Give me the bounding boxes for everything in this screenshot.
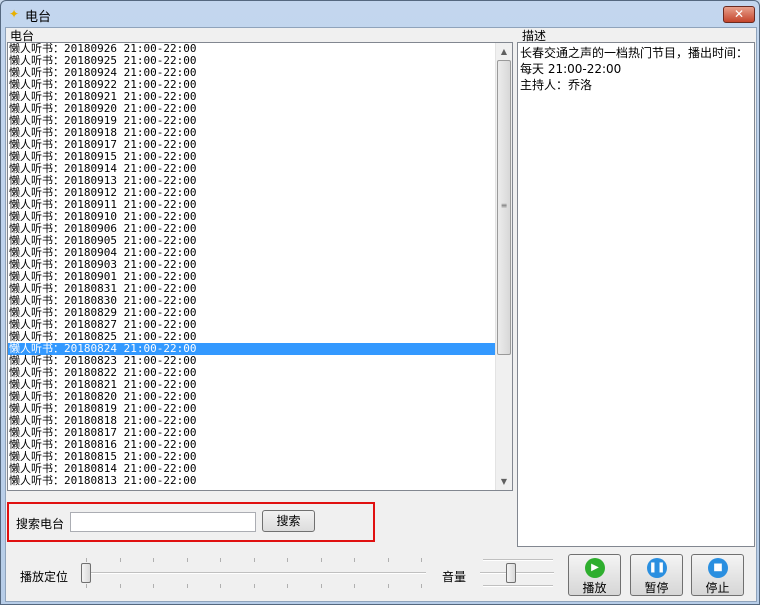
seek-tick: [354, 584, 355, 588]
stop-icon: ■: [708, 558, 728, 578]
station-list[interactable]: 懒人听书：20180926 21:00-22:00 懒人听书：20180925 2…: [7, 42, 513, 491]
seek-tick: [320, 558, 322, 562]
description-line: 主持人：乔洛: [520, 78, 593, 92]
seek-tick: [119, 558, 121, 562]
search-label: 搜索电台: [16, 517, 65, 531]
search-input[interactable]: [70, 512, 256, 532]
seek-tick: [387, 558, 389, 562]
station-list-item[interactable]: 懒人听书：20180813 21:00-22:00: [8, 475, 512, 487]
seek-tick: [153, 558, 154, 562]
seek-tick: [220, 584, 221, 588]
seek-tick: [186, 558, 188, 562]
app-icon: ✦: [9, 7, 20, 21]
seek-tick: [253, 558, 255, 562]
seek-tick: [387, 584, 389, 588]
close-button[interactable]: ✕: [723, 6, 755, 23]
description-box: 长春交通之声的一档热门节目，播出时间： 每天 21:00-22:00 主持人：乔…: [517, 42, 755, 547]
volume-slider-thumb[interactable]: [505, 563, 516, 583]
search-button[interactable]: 搜索: [262, 510, 315, 532]
stop-button[interactable]: ■ 停止: [691, 554, 744, 596]
main-window: ✦ 电台 ✕ 电台 描述 懒人听书：20180926 21:00-22:00 懒人…: [0, 0, 760, 605]
play-button[interactable]: ▶ 播放: [568, 554, 621, 596]
seek-tick: [421, 584, 422, 588]
volume-label: 音量: [442, 570, 467, 584]
list-scrollbar[interactable]: ▲ ≡ ▼: [495, 43, 512, 490]
seek-tick: [119, 584, 121, 588]
stop-label: 停止: [705, 581, 730, 595]
pause-label: 暂停: [644, 581, 669, 595]
window-title: 电台: [25, 10, 52, 25]
seek-tick: [86, 558, 87, 562]
scroll-down-icon[interactable]: ▼: [496, 473, 512, 490]
description-line: 每天 21:00-22:00: [520, 62, 622, 76]
pause-icon: ❚❚: [647, 558, 667, 578]
play-icon: ▶: [585, 558, 605, 578]
seek-label: 播放定位: [20, 570, 69, 584]
pause-button[interactable]: ❚❚ 暂停: [630, 554, 683, 596]
seek-slider-thumb[interactable]: [81, 563, 91, 583]
seek-tick: [253, 584, 255, 588]
scroll-thumb[interactable]: ≡: [497, 60, 511, 355]
seek-tick: [354, 558, 355, 562]
seek-tick: [186, 584, 188, 588]
seek-tick: [220, 558, 221, 562]
seek-tick: [153, 584, 154, 588]
seek-tick: [86, 584, 87, 588]
seek-tick: [421, 558, 422, 562]
seek-tick: [320, 584, 322, 588]
seek-tick: [287, 558, 288, 562]
description-line: 长春交通之声的一档热门节目，播出时间：: [520, 46, 749, 60]
client-area: 电台 描述 懒人听书：20180926 21:00-22:00 懒人听书：2018…: [5, 27, 757, 602]
scroll-up-icon[interactable]: ▲: [496, 43, 512, 60]
play-label: 播放: [582, 581, 607, 595]
seek-tick: [287, 584, 288, 588]
